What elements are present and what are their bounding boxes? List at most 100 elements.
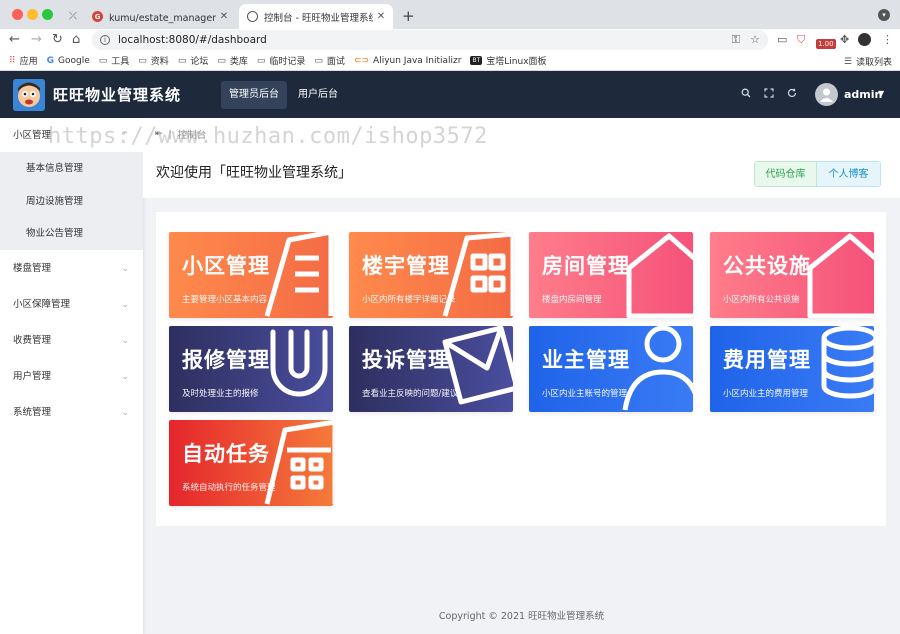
building-icon [442, 232, 513, 317]
card-repairs[interactable]: 报修管理 及时处理业主的报修 [169, 326, 333, 412]
sidebar-group-label: 楼盘管理 [13, 263, 52, 274]
browser-tab-gitee[interactable]: G kumu/estate_management - 码 ✕ [86, 4, 236, 29]
extensions-puzzle-icon[interactable]: ✥ [840, 33, 849, 47]
nav-user-backend[interactable]: 用户后台 [290, 81, 346, 109]
bookmark-folder[interactable]: ▭ 工具 [99, 54, 130, 68]
browser-toolbar: ← → ↻ ⌂ i localhost:8080/#/dashboard ☆ ⚿… [0, 29, 900, 51]
bookmark-aliyun[interactable]: ⊂⊃ Aliyun Java Initializr [354, 56, 462, 66]
bookmark-label: 工具 [111, 57, 130, 67]
card-desc: 小区内所有楼宇详细记录 [362, 295, 456, 305]
gitee-favicon-icon: G [92, 11, 103, 22]
extension-wallet-icon[interactable]: ▭ [777, 33, 787, 47]
sidebar-group-security[interactable]: 小区保障管理 ⌄ [0, 287, 143, 323]
apps-grid-icon: ⠿ [9, 55, 16, 66]
extension-badge[interactable]: 1.00 [816, 39, 836, 49]
bookmark-google[interactable]: G Google [47, 56, 90, 66]
chevron-up-icon: ⌃ [121, 131, 129, 141]
bookmark-apps[interactable]: ⠿ 应用 [9, 54, 38, 68]
sidebar-item-basic-info[interactable]: 基本信息管理 [0, 153, 143, 185]
folder-icon: ▭ [217, 55, 226, 66]
card-desc: 小区内业主的费用管理 [723, 389, 809, 399]
sidebar-group-label: 系统管理 [13, 407, 52, 418]
card-desc: 小区内业主账号的管理 [542, 389, 628, 399]
sidebar-item-facilities[interactable]: 周边设施管理 [0, 186, 143, 218]
card-desc: 系统自动执行的任务管理 [182, 483, 276, 493]
new-tab-button[interactable]: + [402, 7, 415, 25]
card-title: 投诉管理 [362, 348, 450, 372]
forward-icon[interactable]: → [31, 31, 42, 49]
profile-avatar-icon[interactable] [858, 33, 871, 46]
menu-fold-icon[interactable]: ⇤ [155, 129, 163, 139]
card-fees[interactable]: 费用管理 小区内业主的费用管理 [710, 326, 874, 412]
reload-icon[interactable]: ↻ [52, 31, 63, 49]
browser-menu-icon[interactable]: ⋮ [882, 33, 893, 47]
bookmark-label: Aliyun Java Initializr [373, 55, 462, 66]
sidebar-item-announcements[interactable]: 物业公告管理 [0, 218, 143, 250]
browser-tab-bar: ⤫ G kumu/estate_management - 码 ✕ 控制台 - 旺… [0, 0, 900, 29]
card-title: 业主管理 [542, 348, 630, 372]
avatar[interactable] [815, 83, 838, 106]
info-icon[interactable]: i [100, 35, 110, 45]
sidebar-group-fees[interactable]: 收费管理 ⌄ [0, 323, 143, 359]
bookmark-baota[interactable]: BT 宝塔Linux面板 [470, 54, 547, 67]
card-buildings[interactable]: 楼宇管理 小区内所有楼宇详细记录 [349, 232, 513, 318]
home-icon[interactable]: ⌂ [72, 31, 80, 49]
bookmark-label: 论坛 [190, 57, 209, 67]
card-owners[interactable]: 业主管理 小区内业主账号的管理 [529, 326, 693, 412]
card-desc: 楼盘内房间管理 [542, 295, 602, 305]
user-icon [622, 326, 693, 411]
globe-favicon-icon [247, 11, 258, 22]
nav-admin-backend[interactable]: 管理员后台 [221, 81, 287, 109]
address-bar[interactable]: i localhost:8080/#/dashboard ☆ ⚿ [92, 30, 768, 50]
bookmark-folder[interactable]: ▭ 类库 [217, 54, 248, 68]
key-icon[interactable]: ⚿ [732, 33, 740, 47]
sidebar-group-community[interactable]: 小区管理 ⌃ [0, 118, 143, 154]
minimize-window-button[interactable] [27, 9, 38, 20]
sidebar: 小区管理 ⌃ 基本信息管理 周边设施管理 物业公告管理 楼盘管理 ⌄ 小区保障管… [0, 118, 143, 634]
close-window-button[interactable] [12, 9, 23, 20]
muted-icon: ⤫ [69, 11, 77, 22]
building-icon [264, 232, 333, 317]
tab-search-icon[interactable]: ▾ [878, 9, 890, 21]
back-icon[interactable]: ← [9, 31, 20, 49]
app-title: 旺旺物业管理系统 [53, 86, 182, 104]
reading-list[interactable]: ☰ 读取列表 [844, 55, 892, 69]
bookmark-folder[interactable]: ▭ 资料 [138, 54, 169, 68]
maximize-window-button[interactable] [42, 9, 53, 20]
card-title: 费用管理 [723, 348, 811, 372]
pinned-tab[interactable]: ⤫ [60, 4, 86, 29]
card-public-facilities[interactable]: 公共设施 小区内所有公共设施 [710, 232, 874, 318]
tab-close-icon[interactable]: ✕ [373, 11, 389, 22]
mascot-logo-icon [13, 79, 45, 111]
breadcrumb: ⇤ | 控制台 [155, 127, 206, 142]
sidebar-group-users[interactable]: 用户管理 ⌄ [0, 359, 143, 395]
refresh-icon[interactable] [787, 88, 797, 101]
sidebar-group-label: 小区保障管理 [13, 299, 71, 310]
bookmark-folder[interactable]: ▭ 临时记录 [257, 54, 306, 68]
star-icon[interactable]: ☆ [750, 33, 760, 46]
fullscreen-icon[interactable] [764, 88, 774, 101]
username[interactable]: admin [844, 88, 882, 101]
card-auto-tasks[interactable]: 自动任务 系统自动执行的任务管理 [169, 420, 333, 506]
chevron-down-icon: ⌄ [121, 408, 129, 418]
folder-icon: ▭ [177, 55, 187, 66]
bookmark-label: 应用 [19, 57, 38, 67]
chevron-down-icon: ⌄ [121, 264, 129, 274]
code-repo-button[interactable]: 代码仓库 [754, 161, 817, 187]
browser-tab-dashboard[interactable]: 控制台 - 旺旺物业管理系统 ✕ [239, 4, 393, 29]
personal-blog-button[interactable]: 个人博客 [817, 161, 881, 187]
aliyun-icon: ⊂⊃ [353, 55, 370, 66]
search-icon[interactable] [741, 88, 751, 101]
sidebar-group-buildings[interactable]: 楼盘管理 ⌄ [0, 251, 143, 287]
extension-shield-icon[interactable]: ⛉ [797, 33, 805, 47]
bookmark-folder[interactable]: ▭ 论坛 [177, 54, 209, 68]
magnet-icon [270, 329, 328, 397]
card-community[interactable]: 小区管理 主要管理小区基本内容 [169, 232, 333, 318]
card-complaints[interactable]: 投诉管理 查看业主反映的问题/建议 [349, 326, 513, 412]
card-rooms[interactable]: 房间管理 楼盘内房间管理 [529, 232, 693, 318]
tab-title: 控制台 - 旺旺物业管理系统 [264, 12, 373, 24]
sidebar-group-system[interactable]: 系统管理 ⌄ [0, 395, 143, 431]
caret-down-icon[interactable]: ▼ [878, 89, 884, 98]
bookmark-folder[interactable]: ▭ 面试 [314, 54, 345, 68]
tab-close-icon[interactable]: ✕ [216, 11, 232, 22]
